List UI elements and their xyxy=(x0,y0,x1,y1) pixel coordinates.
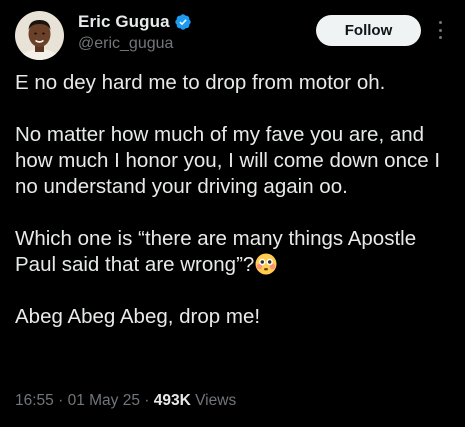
flushed-face-emoji-icon xyxy=(255,253,277,275)
handle[interactable]: @eric_gugua xyxy=(78,35,192,53)
tweet-paragraph-text: Which one is “there are many things Apos… xyxy=(15,227,417,276)
tweet-paragraph: Abeg Abeg Abeg, drop me! xyxy=(15,305,261,328)
verified-badge-icon[interactable] xyxy=(174,13,192,31)
name-row: Eric Gugua xyxy=(78,11,192,33)
avatar-image xyxy=(15,11,64,60)
tweet-paragraph: No matter how much of my fave you are, a… xyxy=(15,123,441,198)
avatar[interactable] xyxy=(15,11,64,60)
follow-button[interactable]: Follow xyxy=(316,15,421,46)
meta-separator: · xyxy=(53,392,68,409)
more-dot xyxy=(438,21,442,24)
tweet-time[interactable]: 16:55 xyxy=(15,392,54,409)
views-label: Views xyxy=(195,392,237,409)
tweet-meta: 16:55 · 01 May 25 · 493K Views xyxy=(15,392,236,410)
more-dot xyxy=(438,36,442,39)
more-options-icon[interactable] xyxy=(433,19,447,41)
tweet-paragraph: E no dey hard me to drop from motor oh. xyxy=(15,71,386,94)
meta-separator: · xyxy=(139,392,154,409)
tweet-date[interactable]: 01 May 25 xyxy=(68,392,140,409)
tweet-card: Eric Gugua @eric_gugua Follow E no dey h… xyxy=(0,0,465,427)
author-info: Eric Gugua @eric_gugua xyxy=(78,11,192,53)
tweet-text: E no dey hard me to drop from motor oh. … xyxy=(15,70,455,330)
tweet-paragraph: Which one is “there are many things Apos… xyxy=(15,226,455,278)
display-name[interactable]: Eric Gugua xyxy=(78,12,170,32)
views-count[interactable]: 493K xyxy=(154,392,191,409)
more-dot xyxy=(438,28,442,32)
